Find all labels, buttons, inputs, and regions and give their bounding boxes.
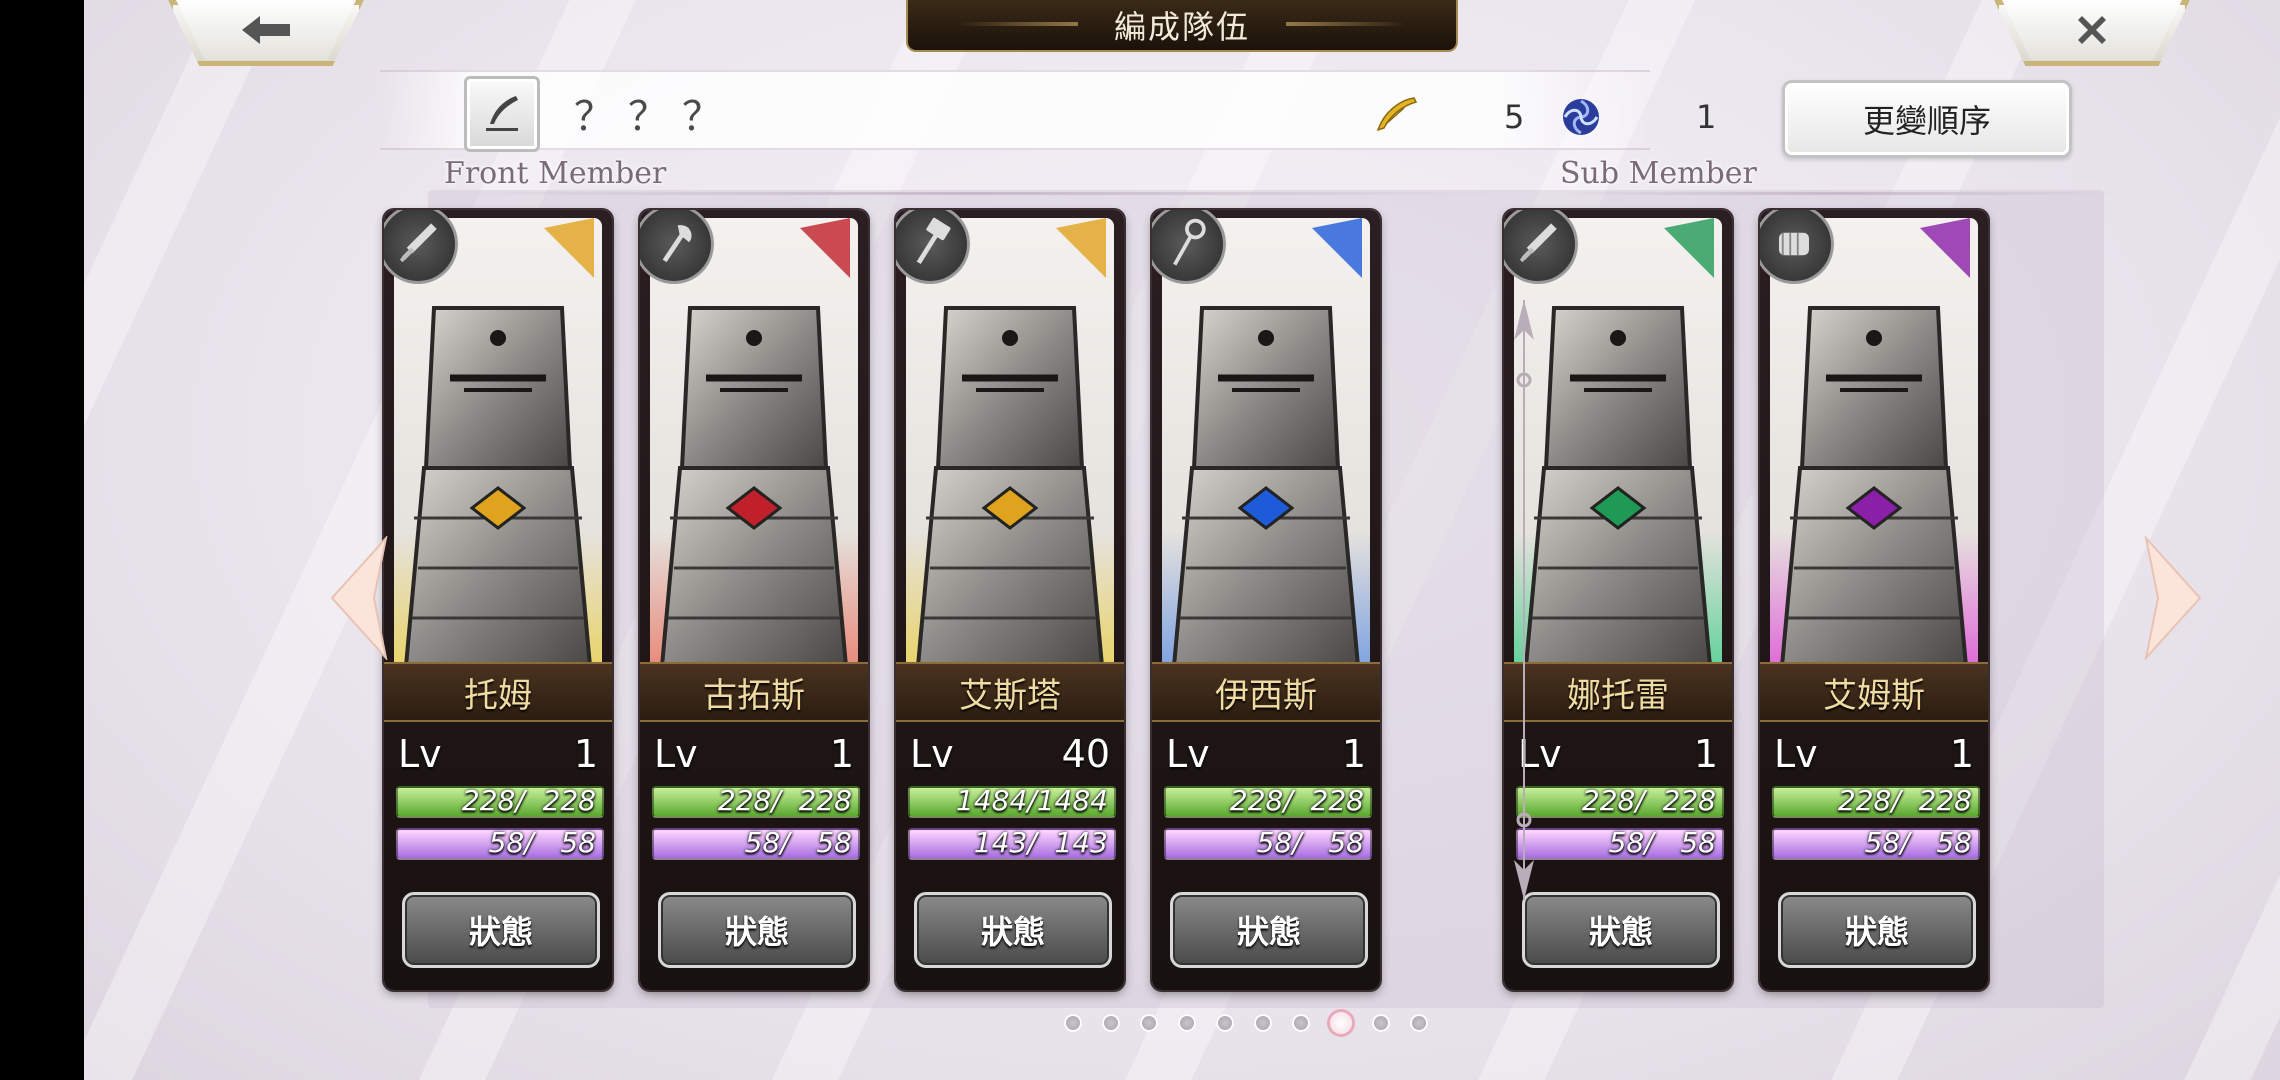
hp-bar: 228/ 228	[1772, 784, 1980, 818]
level-row: Lv 40	[910, 732, 1110, 776]
mp-bar: 58/ 58	[1772, 826, 1980, 860]
level-label: Lv	[1166, 732, 1210, 776]
hp-value: 228/ 228	[717, 784, 852, 817]
level-value: 1	[829, 732, 854, 776]
feather-count: 5	[1504, 98, 1525, 136]
screen-background: 編成隊伍 ？？？ 5 1 更變順序 Front Member Sub Membe…	[84, 0, 2280, 1080]
mp-value: 58/ 58	[1608, 826, 1716, 859]
edit-party-name-button[interactable]	[464, 76, 540, 152]
level-label: Lv	[654, 732, 698, 776]
page-dot[interactable]	[1330, 1012, 1352, 1034]
fist-weapon-icon	[1760, 210, 1834, 284]
hp-bar: 1484/1484	[908, 784, 1116, 818]
knight-portrait	[906, 218, 1114, 666]
status-button[interactable]: 狀態	[1522, 892, 1720, 968]
mp-bar: 58/ 58	[652, 826, 860, 860]
level-value: 1	[573, 732, 598, 776]
page-dot[interactable]	[1064, 1014, 1082, 1032]
level-label: Lv	[910, 732, 954, 776]
hammer-weapon-icon	[896, 210, 970, 284]
sub-member-label: Sub Member	[1560, 156, 1757, 191]
member-card[interactable]: 托姆 Lv 1 228/ 228 58/ 58 狀態	[384, 210, 612, 990]
member-name: 艾姆斯	[1760, 662, 1988, 722]
level-label: Lv	[1774, 732, 1818, 776]
level-row: Lv 1	[1518, 732, 1718, 776]
level-value: 1	[1693, 732, 1718, 776]
member-name: 艾斯塔	[896, 662, 1124, 722]
status-button[interactable]: 狀態	[1170, 892, 1368, 968]
gold-feather-icon	[1376, 97, 1418, 132]
level-row: Lv 1	[1166, 732, 1366, 776]
back-arrow-icon	[242, 16, 290, 44]
mp-bar: 58/ 58	[396, 826, 604, 860]
party-info-bar	[380, 70, 1650, 150]
member-card[interactable]: 古拓斯 Lv 1 228/ 228 58/ 58 狀態	[640, 210, 868, 990]
mp-value: 58/ 58	[1864, 826, 1972, 859]
back-button[interactable]	[168, 0, 364, 66]
sword-weapon-icon	[384, 210, 458, 284]
status-button[interactable]: 狀態	[914, 892, 1112, 968]
mp-value: 143/ 143	[973, 826, 1108, 859]
level-row: Lv 1	[654, 732, 854, 776]
mp-value: 58/ 58	[744, 826, 852, 859]
status-button[interactable]: 狀態	[402, 892, 600, 968]
hp-bar: 228/ 228	[1164, 784, 1372, 818]
next-page-arrow[interactable]	[2144, 536, 2204, 660]
mp-bar: 143/ 143	[908, 826, 1116, 860]
page-dot[interactable]	[1140, 1014, 1158, 1032]
blue-orb-icon	[1563, 99, 1599, 135]
level-row: Lv 1	[1774, 732, 1974, 776]
member-name: 伊西斯	[1152, 662, 1380, 722]
mp-value: 58/ 58	[488, 826, 596, 859]
page-indicator	[1064, 1012, 1428, 1034]
page-dot[interactable]	[1372, 1014, 1390, 1032]
party-name: ？？？	[574, 94, 736, 140]
level-label: Lv	[398, 732, 442, 776]
knight-portrait	[650, 218, 858, 666]
page-dot[interactable]	[1254, 1014, 1272, 1032]
quill-pen-icon	[486, 96, 518, 131]
status-button[interactable]: 狀態	[658, 892, 856, 968]
page-dot[interactable]	[1178, 1014, 1196, 1032]
level-row: Lv 1	[398, 732, 598, 776]
knight-portrait	[1162, 218, 1370, 666]
knight-portrait	[1770, 218, 1978, 666]
prev-page-arrow[interactable]	[328, 536, 388, 660]
member-card[interactable]: 艾斯塔 Lv 40 1484/1484 143/ 143 狀態	[896, 210, 1124, 990]
page-dot[interactable]	[1292, 1014, 1310, 1032]
page-dot[interactable]	[1216, 1014, 1234, 1032]
hp-bar: 228/ 228	[652, 784, 860, 818]
front-member-label: Front Member	[444, 156, 667, 191]
divider-ornament	[1514, 300, 1534, 900]
close-x-icon	[2078, 16, 2106, 44]
hp-value: 228/ 228	[1229, 784, 1364, 817]
status-button[interactable]: 狀態	[1778, 892, 1976, 968]
hp-value: 228/ 228	[461, 784, 596, 817]
page-title: 編成隊伍	[906, 0, 1458, 52]
member-card[interactable]: 伊西斯 Lv 1 228/ 228 58/ 58 狀態	[1152, 210, 1380, 990]
page-dot[interactable]	[1102, 1014, 1120, 1032]
hp-value: 228/ 228	[1581, 784, 1716, 817]
hp-value: 1484/1484	[956, 784, 1108, 817]
member-name: 古拓斯	[640, 662, 868, 722]
knight-portrait	[394, 218, 602, 666]
hp-value: 228/ 228	[1837, 784, 1972, 817]
page-dot[interactable]	[1410, 1014, 1428, 1032]
hp-bar: 228/ 228	[396, 784, 604, 818]
level-value: 40	[1061, 732, 1110, 776]
sword-weapon-icon	[1504, 210, 1578, 284]
level-value: 1	[1949, 732, 1974, 776]
mp-value: 58/ 58	[1256, 826, 1364, 859]
level-value: 1	[1341, 732, 1366, 776]
reorder-button[interactable]: 更變順序	[1782, 80, 2072, 158]
member-card[interactable]: 艾姆斯 Lv 1 228/ 228 58/ 58 狀態	[1760, 210, 1988, 990]
close-button[interactable]	[1994, 0, 2190, 66]
orb-count: 1	[1696, 98, 1717, 136]
mp-bar: 58/ 58	[1164, 826, 1372, 860]
axe-weapon-icon	[640, 210, 714, 284]
member-name: 托姆	[384, 662, 612, 722]
staff-weapon-icon	[1152, 210, 1226, 284]
